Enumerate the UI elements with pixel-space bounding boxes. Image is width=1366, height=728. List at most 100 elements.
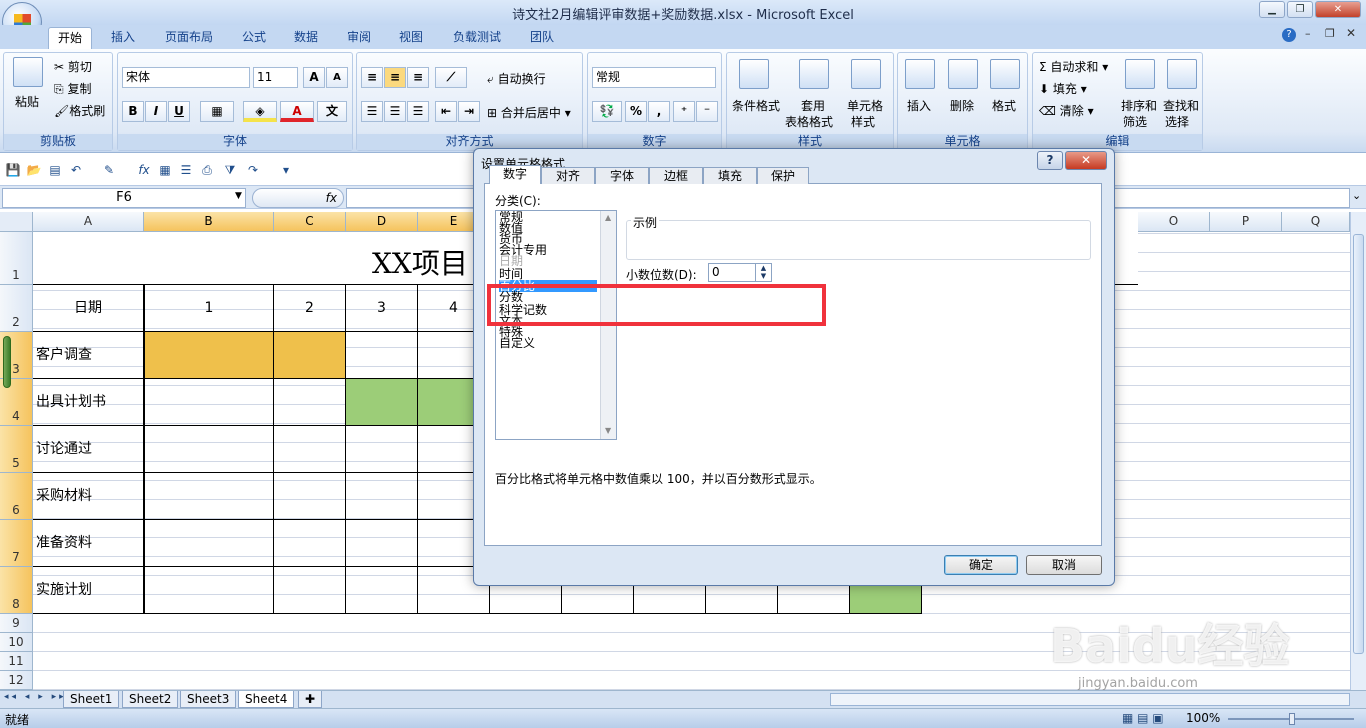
- column-header-q[interactable]: Q: [1282, 212, 1350, 232]
- insert-cells-icon[interactable]: [905, 59, 935, 89]
- find-select-button-line2[interactable]: 选择: [1165, 113, 1189, 130]
- row-header-6[interactable]: 6: [0, 473, 33, 520]
- format-painter-button[interactable]: 🖌格式刷: [54, 102, 105, 119]
- day-header-cell[interactable]: 2: [274, 285, 346, 332]
- conditional-format-icon[interactable]: [739, 59, 769, 89]
- insert-sheet-icon[interactable]: ✚: [298, 691, 323, 708]
- day-header-cell[interactable]: 1: [144, 285, 274, 332]
- insert-cells-button[interactable]: 插入: [907, 97, 931, 114]
- cell-styles-button-line1[interactable]: 单元格: [847, 97, 883, 114]
- accounting-format-icon[interactable]: 💱: [592, 101, 622, 122]
- maximize-button[interactable]: ❐: [1287, 1, 1313, 18]
- tab-alignment[interactable]: 对齐: [541, 167, 595, 185]
- column-header-d[interactable]: D: [346, 212, 418, 232]
- phonetic-button[interactable]: 文: [317, 101, 347, 122]
- printer-icon[interactable]: ⎙: [199, 162, 215, 178]
- delete-cells-icon[interactable]: [948, 59, 978, 89]
- align-top-icon[interactable]: ≡: [361, 67, 383, 88]
- border-button[interactable]: ▦: [200, 101, 234, 122]
- task-cell[interactable]: 实施计划: [33, 567, 144, 614]
- open-icon[interactable]: 📂: [26, 162, 42, 178]
- align-middle-icon[interactable]: ≡: [384, 67, 406, 88]
- gantt-cell[interactable]: [346, 426, 418, 473]
- font-color-button[interactable]: A: [280, 101, 314, 122]
- sheet-tab-1[interactable]: Sheet1: [63, 691, 120, 708]
- tab-font[interactable]: 字体: [595, 167, 649, 185]
- gantt-cell[interactable]: [274, 332, 346, 379]
- shrink-font-button[interactable]: A: [326, 67, 348, 88]
- underline-button[interactable]: U: [168, 101, 190, 122]
- ok-button[interactable]: 确定: [944, 555, 1018, 575]
- gantt-cell[interactable]: [346, 473, 418, 520]
- gantt-cell[interactable]: [274, 567, 346, 614]
- cut-button[interactable]: ✂ 剪切: [54, 58, 92, 75]
- gantt-cell[interactable]: [274, 520, 346, 567]
- align-left-icon[interactable]: ☰: [361, 101, 383, 122]
- sheet-tab-3[interactable]: Sheet3: [180, 691, 237, 708]
- format-cells-icon[interactable]: [990, 59, 1020, 89]
- gantt-cell[interactable]: [346, 567, 418, 614]
- delete-cells-button[interactable]: 删除: [950, 97, 974, 114]
- row-header-9[interactable]: 9: [0, 614, 33, 633]
- binoculars-icon[interactable]: [1167, 59, 1197, 89]
- row-header-5[interactable]: 5: [0, 426, 33, 473]
- decimal-spinner-icon[interactable]: ▲ ▼: [755, 264, 771, 281]
- conditional-format-button[interactable]: 条件格式: [732, 97, 780, 114]
- function-icon[interactable]: fx: [136, 162, 152, 178]
- number-format-select[interactable]: 常规: [592, 67, 716, 88]
- gantt-cell[interactable]: [346, 332, 418, 379]
- dialog-close-button[interactable]: ✕: [1065, 151, 1107, 170]
- task-cell[interactable]: 采购材料: [33, 473, 144, 520]
- clear-button[interactable]: ⌫ 清除 ▾: [1039, 102, 1094, 119]
- row-header-12[interactable]: 12: [0, 671, 33, 690]
- tab-review[interactable]: 审阅: [338, 27, 380, 49]
- column-header-b[interactable]: B: [144, 212, 274, 232]
- date-header-cell[interactable]: 日期: [33, 285, 144, 332]
- paste-button[interactable]: 粘贴: [15, 93, 39, 110]
- pen-icon[interactable]: ✎: [101, 162, 117, 178]
- tab-protection[interactable]: 保护: [757, 167, 809, 185]
- rows-icon[interactable]: ☰: [178, 162, 194, 178]
- tab-fill[interactable]: 填充: [703, 167, 757, 185]
- grid-icon[interactable]: ▦: [157, 162, 173, 178]
- sheet-tab-4[interactable]: Sheet4: [238, 691, 295, 708]
- zoom-level[interactable]: 100%: [1186, 711, 1220, 725]
- tab-team[interactable]: 团队: [521, 27, 563, 49]
- ribbon-restore-icon[interactable]: ❐: [1325, 27, 1335, 40]
- format-cells-button[interactable]: 格式: [992, 97, 1016, 114]
- task-cell[interactable]: 讨论通过: [33, 426, 144, 473]
- dialog-help-button[interactable]: ?: [1037, 151, 1063, 170]
- autosum-button[interactable]: Σ 自动求和 ▾: [1039, 58, 1108, 75]
- sort-filter-button-line2[interactable]: 筛选: [1123, 113, 1147, 130]
- gantt-cell[interactable]: [144, 426, 274, 473]
- fill-button[interactable]: ⬇ 填充 ▾: [1039, 80, 1087, 97]
- cancel-button[interactable]: 取消: [1026, 555, 1102, 575]
- decrease-indent-icon[interactable]: ⇤: [435, 101, 457, 122]
- gantt-cell[interactable]: [274, 426, 346, 473]
- gantt-cell[interactable]: [144, 473, 274, 520]
- horizontal-scrollbar[interactable]: [830, 693, 1350, 706]
- sheet-tab-2[interactable]: Sheet2: [122, 691, 179, 708]
- find-select-button-line1[interactable]: 查找和: [1163, 97, 1199, 114]
- font-name-select[interactable]: 宋体: [122, 67, 250, 88]
- filter-icon[interactable]: ⧩: [222, 162, 238, 178]
- gantt-cell[interactable]: [144, 332, 274, 379]
- ribbon-close-icon[interactable]: ✕: [1346, 26, 1356, 40]
- close-button[interactable]: ✕: [1315, 1, 1361, 18]
- task-cell[interactable]: 准备资料: [33, 520, 144, 567]
- tab-formulas[interactable]: 公式: [233, 27, 275, 49]
- help-icon[interactable]: ?: [1282, 28, 1296, 42]
- task-cell[interactable]: 客户调查: [33, 332, 144, 379]
- scroll-up-icon[interactable]: ▲: [605, 213, 611, 222]
- tab-data[interactable]: 数据: [285, 27, 327, 49]
- save-icon[interactable]: 💾: [5, 162, 21, 178]
- tab-page-layout[interactable]: 页面布局: [156, 27, 222, 49]
- italic-button[interactable]: I: [145, 101, 167, 122]
- expand-formula-bar-icon[interactable]: ⌄: [1352, 189, 1361, 202]
- grow-font-button[interactable]: A: [303, 67, 325, 88]
- orientation-icon[interactable]: ⟋: [435, 67, 467, 88]
- percent-style-button[interactable]: %: [625, 101, 647, 122]
- undo-icon[interactable]: ↶: [68, 162, 84, 178]
- task-cell[interactable]: 出具计划书: [33, 379, 144, 426]
- table-format-icon[interactable]: [799, 59, 829, 89]
